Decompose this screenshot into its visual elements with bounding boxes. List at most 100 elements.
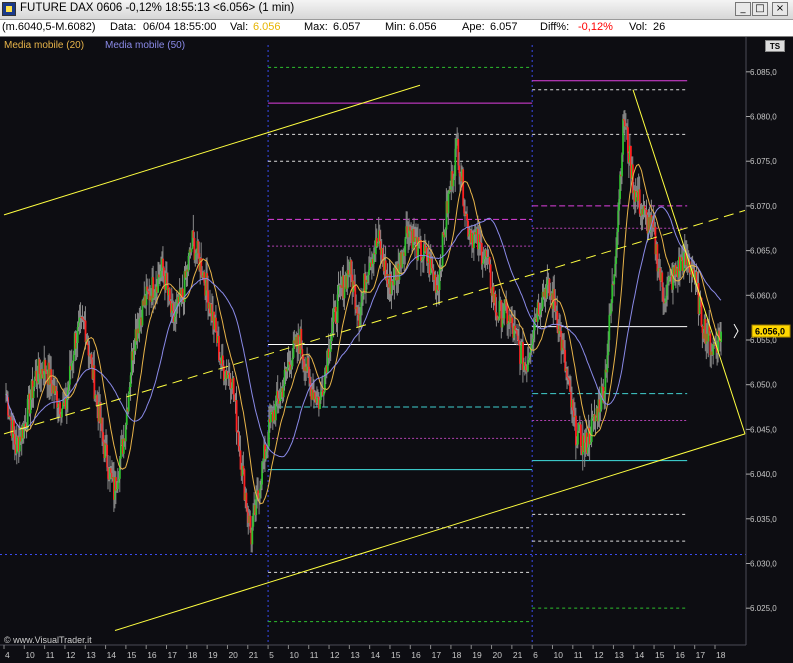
candle-body: [343, 287, 346, 299]
legend-ma20: Media mobile (20): [4, 40, 84, 51]
price-chart[interactable]: 6.085,0 6.080,0 6.075,0 6.070,0 6.065,0 6.060…: [0, 37, 793, 663]
min-value: 6.056: [409, 21, 437, 33]
candle-body: [215, 317, 217, 332]
y-tick-label: 6.065,0: [750, 247, 777, 256]
x-tick-label: 21: [513, 650, 523, 660]
candle-body: [441, 232, 444, 269]
max-value: 6.057: [333, 21, 361, 33]
y-tick-label: 6.040,0: [750, 470, 777, 479]
x-tick-label: 12: [330, 650, 340, 660]
min-label: Min:: [385, 21, 406, 33]
minimize-button[interactable]: _: [735, 2, 751, 16]
candle-body: [466, 213, 468, 221]
x-tick-label: 17: [168, 650, 178, 660]
candle-body: [119, 444, 122, 459]
diff-label: Diff%:: [540, 21, 570, 33]
candle-body: [181, 288, 184, 298]
x-tick-label: 13: [614, 650, 624, 660]
y-tick-label: 6.050,0: [750, 381, 777, 390]
candle: [441, 231, 444, 272]
x-tick-label: 20: [228, 650, 238, 660]
x-tick-label: 16: [675, 650, 685, 660]
x-tick-label: 17: [696, 650, 706, 660]
candle-body: [72, 354, 75, 362]
y-tick-label: 6.080,0: [750, 113, 777, 122]
x-tick-label: 5: [269, 650, 274, 660]
x-tick-label: 13: [350, 650, 360, 660]
candle-body: [61, 408, 63, 418]
x-tick-label: 10: [553, 650, 563, 660]
date-value: 06/04 18:55:00: [143, 21, 217, 33]
watermark-text: © www.VisualTrader.it: [4, 635, 92, 645]
candle-body: [608, 315, 611, 341]
y-tick-label: 6.045,0: [750, 425, 777, 434]
x-tick-label: 17: [432, 650, 442, 660]
window-title: FUTURE DAX 0606 -0,12% 18:55:13 <6.056> …: [20, 2, 295, 14]
val-label: Val:: [230, 21, 249, 33]
x-tick-label: 12: [594, 650, 604, 660]
val-value: 6.056: [253, 21, 281, 33]
x-tick-label: 18: [716, 650, 726, 660]
x-tick-label: 21: [249, 650, 259, 660]
candle-body: [489, 264, 492, 289]
volume-label: Vol:: [629, 21, 648, 33]
y-tick-label: 6.085,0: [750, 68, 777, 77]
x-tick-label: 10: [25, 650, 35, 660]
x-tick-label: 6: [533, 650, 538, 660]
candle-body: [611, 284, 614, 303]
legend-ma50: Media mobile (50): [105, 40, 185, 51]
candle-body: [368, 269, 370, 276]
x-tick-label: 12: [66, 650, 76, 660]
max-label: Max:: [304, 21, 328, 33]
x-tick-label: 18: [452, 650, 462, 660]
candle-body: [579, 424, 582, 447]
candle-body: [404, 238, 407, 256]
title-bar[interactable]: FUTURE DAX 0606 -0,12% 18:55:13 <6.056> …: [0, 0, 793, 20]
date-label: Data:: [110, 21, 137, 33]
candle-body: [232, 377, 235, 395]
maximize-button[interactable]: □: [752, 2, 768, 16]
candle-body: [376, 242, 379, 247]
candle-body: [249, 515, 252, 530]
chart-window: FUTURE DAX 0606 -0,12% 18:55:13 <6.056> …: [0, 0, 793, 663]
candle: [489, 259, 492, 294]
x-tick-label: 4: [5, 650, 10, 660]
diff-value: -0,12%: [578, 21, 613, 33]
x-tick-label: 13: [86, 650, 96, 660]
candle: [127, 391, 130, 415]
x-tick-label: 11: [574, 650, 583, 660]
y-tick-label: 6.060,0: [750, 291, 777, 300]
last-price-label: 6.056,0: [755, 327, 785, 337]
x-tick-label: 16: [147, 650, 157, 660]
x-tick-label: 19: [472, 650, 482, 660]
x-tick-label: 20: [493, 650, 503, 660]
x-tick-label: 10: [289, 650, 299, 660]
x-tick-label: 15: [655, 650, 665, 660]
volume-value: 26: [653, 21, 666, 33]
quote-info-bar: (m.6040,5-M.6082) Data: 06/04 18:55:00 V…: [0, 20, 793, 37]
x-tick-label: 15: [127, 650, 137, 660]
candle-body: [447, 193, 450, 214]
x-tick-label: 18: [188, 650, 198, 660]
open-value: 6.057: [490, 21, 518, 33]
x-tick-label: 15: [391, 650, 401, 660]
y-tick-label: 6.035,0: [750, 515, 777, 524]
candle-body: [520, 345, 522, 364]
candle-body: [590, 418, 593, 443]
x-tick-label: 16: [411, 650, 421, 660]
candle-body: [117, 482, 119, 490]
x-tick-label: 19: [208, 650, 218, 660]
x-tick-label: 11: [310, 650, 319, 660]
app-icon: [2, 2, 16, 16]
y-tick-label: 6.070,0: [750, 202, 777, 211]
y-tick-label: 6.075,0: [750, 157, 777, 166]
x-tick-label: 14: [107, 650, 117, 660]
range-text: (m.6040,5-M.6082): [2, 21, 96, 33]
ts-button[interactable]: TS: [765, 40, 785, 52]
y-tick-label: 6.030,0: [750, 559, 777, 568]
x-tick-label: 14: [371, 650, 381, 660]
y-tick-label: 6.025,0: [750, 604, 777, 613]
close-button[interactable]: ×: [772, 2, 788, 16]
open-label: Ape:: [462, 21, 485, 33]
x-tick-label: 14: [635, 650, 645, 660]
